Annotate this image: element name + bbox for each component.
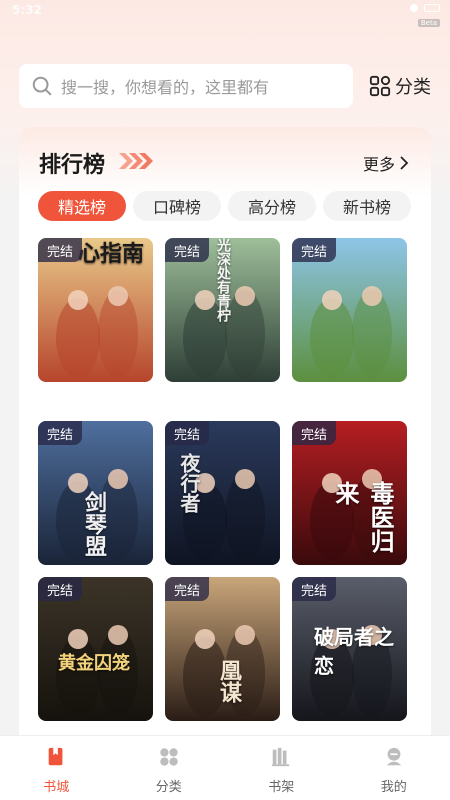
search-placeholder: 搜一搜，你想看的，这里都有 — [61, 78, 270, 97]
status-time: 5:32 — [12, 3, 42, 17]
book-card[interactable]: 破局者之恋 完结 — [292, 577, 407, 721]
nav-item-1[interactable]: 分类 — [113, 736, 226, 800]
category-label: 分类 — [395, 77, 431, 98]
grid-category-icon — [369, 75, 391, 97]
signal-icon — [410, 4, 418, 12]
nav-item-0[interactable]: 书城 — [0, 736, 113, 800]
book-card[interactable]: 黄金囚笼 完结 — [38, 577, 153, 721]
book-cover-title: 黄金囚笼 — [58, 653, 130, 674]
search-input[interactable]: 搜一搜，你想看的，这里都有 — [19, 64, 353, 108]
status-badge: 完结 — [165, 421, 209, 445]
book-cover-title: 夜行者 — [177, 453, 201, 513]
tab-2[interactable]: 高分榜 — [228, 191, 316, 221]
tab-0[interactable]: 精选榜 — [38, 191, 126, 221]
more-link[interactable]: 更多 — [363, 151, 409, 175]
bookshelf-icon — [272, 747, 290, 767]
book-cover-title: 毒医归来 — [331, 481, 395, 553]
category-button[interactable]: 分类 — [369, 73, 431, 99]
status-badge: 完结 — [38, 421, 82, 445]
ranking-card: 排行榜 更多 精选榜 口碑榜 高分榜 新书榜 心指南 完结 光深处有青柠 完结 完结 剑琴盟 完结… — [19, 127, 431, 747]
status-badge: 完结 — [165, 577, 209, 601]
book-card[interactable]: 剑琴盟 完结 — [38, 421, 153, 565]
bookstore-icon — [48, 747, 63, 766]
more-label: 更多 — [362, 155, 395, 174]
nav-label: 书城 — [43, 780, 70, 795]
chevron-right-icon — [400, 156, 409, 170]
book-cover-title: 光深处有青柠 — [215, 238, 231, 322]
category-icon — [160, 748, 178, 766]
status-badge: 完结 — [165, 238, 209, 262]
nav-label: 我的 — [380, 780, 407, 795]
search-icon — [32, 76, 52, 96]
profile-icon — [386, 747, 402, 766]
status-badge: 完结 — [292, 577, 336, 601]
ranking-tabs: 精选榜 口碑榜 高分榜 新书榜 — [38, 191, 411, 221]
status-badge: 完结 — [38, 238, 82, 262]
tab-3[interactable]: 新书榜 — [323, 191, 411, 221]
bottom-nav: 书城 分类 书架 我的 — [0, 735, 450, 800]
book-card[interactable]: 光深处有青柠 完结 — [165, 238, 280, 382]
nav-label: 书架 — [268, 780, 295, 795]
status-beta-tag: Beta — [417, 19, 440, 27]
nav-item-2[interactable]: 书架 — [225, 736, 338, 800]
book-cover-title: 剑琴盟 — [81, 491, 107, 557]
status-bar: 5:32 Beta — [0, 0, 450, 27]
battery-icon — [424, 4, 440, 12]
book-card[interactable]: 心指南 完结 — [38, 238, 153, 382]
status-icons — [410, 4, 440, 12]
book-cover-title: 破局者之恋 — [314, 625, 394, 678]
search-row: 搜一搜，你想看的，这里都有 分类 — [19, 64, 439, 108]
status-badge: 完结 — [292, 238, 336, 262]
book-card[interactable]: 完结 — [292, 238, 407, 382]
book-card[interactable]: 夜行者 完结 — [165, 421, 280, 565]
book-cover-title: 凰谋 — [216, 659, 242, 703]
chevrons-decor-icon — [119, 153, 153, 169]
book-cover-title: 心指南 — [78, 241, 145, 267]
status-badge: 完结 — [38, 577, 82, 601]
ranking-title: 排行榜 — [39, 153, 106, 178]
tab-1[interactable]: 口碑榜 — [133, 191, 221, 221]
book-card[interactable]: 毒医归来 完结 — [292, 421, 407, 565]
book-card[interactable]: 凰谋 完结 — [165, 577, 280, 721]
nav-item-3[interactable]: 我的 — [338, 736, 450, 800]
status-badge: 完结 — [292, 421, 336, 445]
nav-label: 分类 — [155, 780, 182, 795]
